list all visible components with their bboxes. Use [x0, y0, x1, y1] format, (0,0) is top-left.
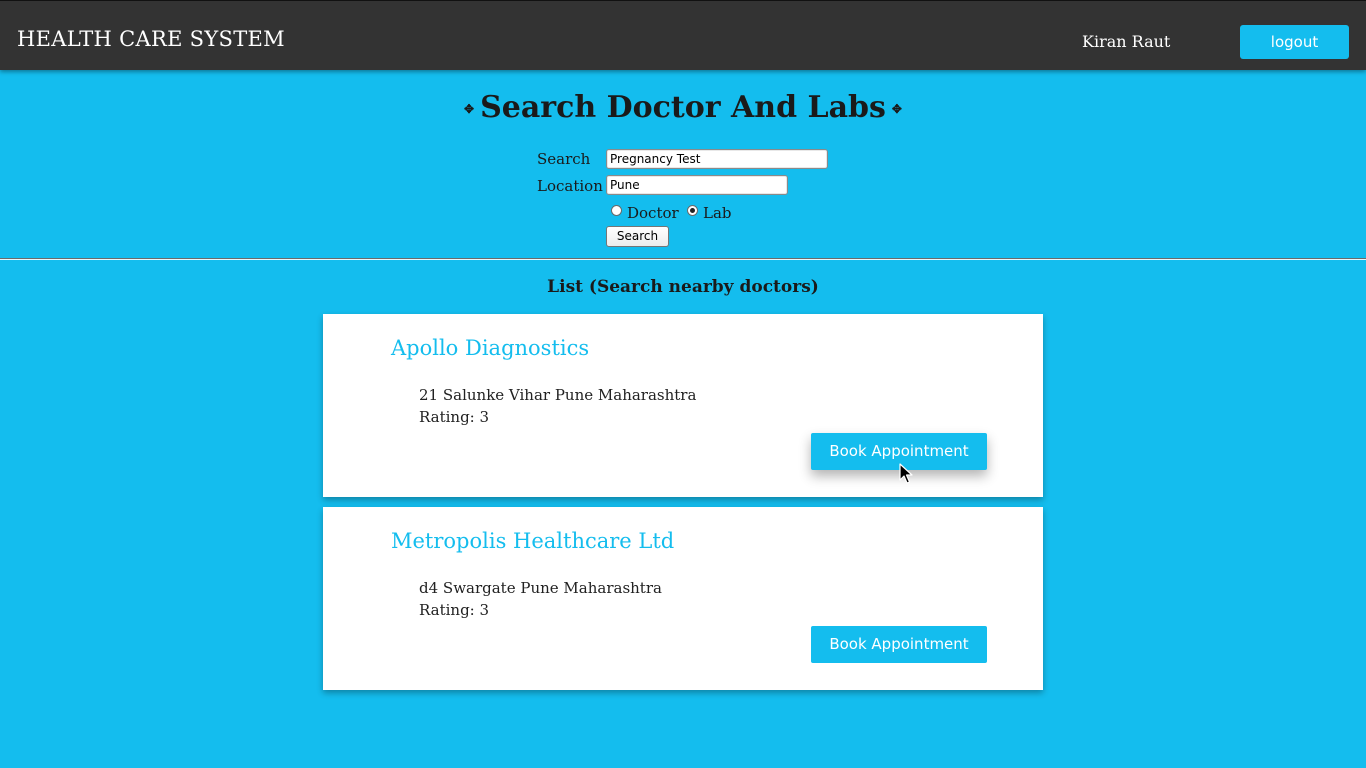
book-appointment-button[interactable]: Book Appointment: [811, 433, 987, 470]
page-title-text: Search Doctor And Labs: [480, 90, 886, 125]
logout-button[interactable]: logout: [1240, 25, 1349, 59]
search-button[interactable]: Search: [606, 226, 669, 247]
search-label: Search: [537, 150, 591, 168]
doctor-radio-label: Doctor: [627, 204, 679, 222]
app-title: HEALTH CARE SYSTEM: [17, 27, 285, 51]
result-rating: Rating: 3: [419, 601, 490, 619]
results-heading: List (Search nearby doctors): [547, 277, 819, 297]
result-card: Metropolis Healthcare Ltd d4 Swargate Pu…: [323, 507, 1043, 690]
book-appointment-button[interactable]: Book Appointment: [811, 626, 987, 663]
result-address: 21 Salunke Vihar Pune Maharashtra: [419, 386, 697, 404]
doctor-radio[interactable]: [611, 205, 622, 216]
section-divider: [0, 258, 1366, 260]
user-name: Kiran Raut: [1082, 32, 1171, 51]
location-label: Location: [537, 177, 603, 195]
top-navbar: HEALTH CARE SYSTEM Kiran Raut logout: [0, 0, 1366, 70]
lab-radio[interactable]: [687, 205, 698, 216]
result-card: Apollo Diagnostics 21 Salunke Vihar Pune…: [323, 314, 1043, 497]
title-decoration-icon: ✥: [891, 102, 902, 116]
result-address: d4 Swargate Pune Maharashtra: [419, 579, 662, 597]
lab-radio-label: Lab: [703, 204, 732, 222]
page-title: ✥ Search Doctor And Labs ✥: [0, 90, 1366, 125]
location-input[interactable]: [606, 175, 788, 195]
title-decoration-icon: ✥: [464, 102, 475, 116]
result-rating: Rating: 3: [419, 408, 490, 426]
result-name: Metropolis Healthcare Ltd: [391, 529, 675, 553]
result-name: Apollo Diagnostics: [391, 336, 590, 360]
search-input[interactable]: [606, 149, 828, 169]
